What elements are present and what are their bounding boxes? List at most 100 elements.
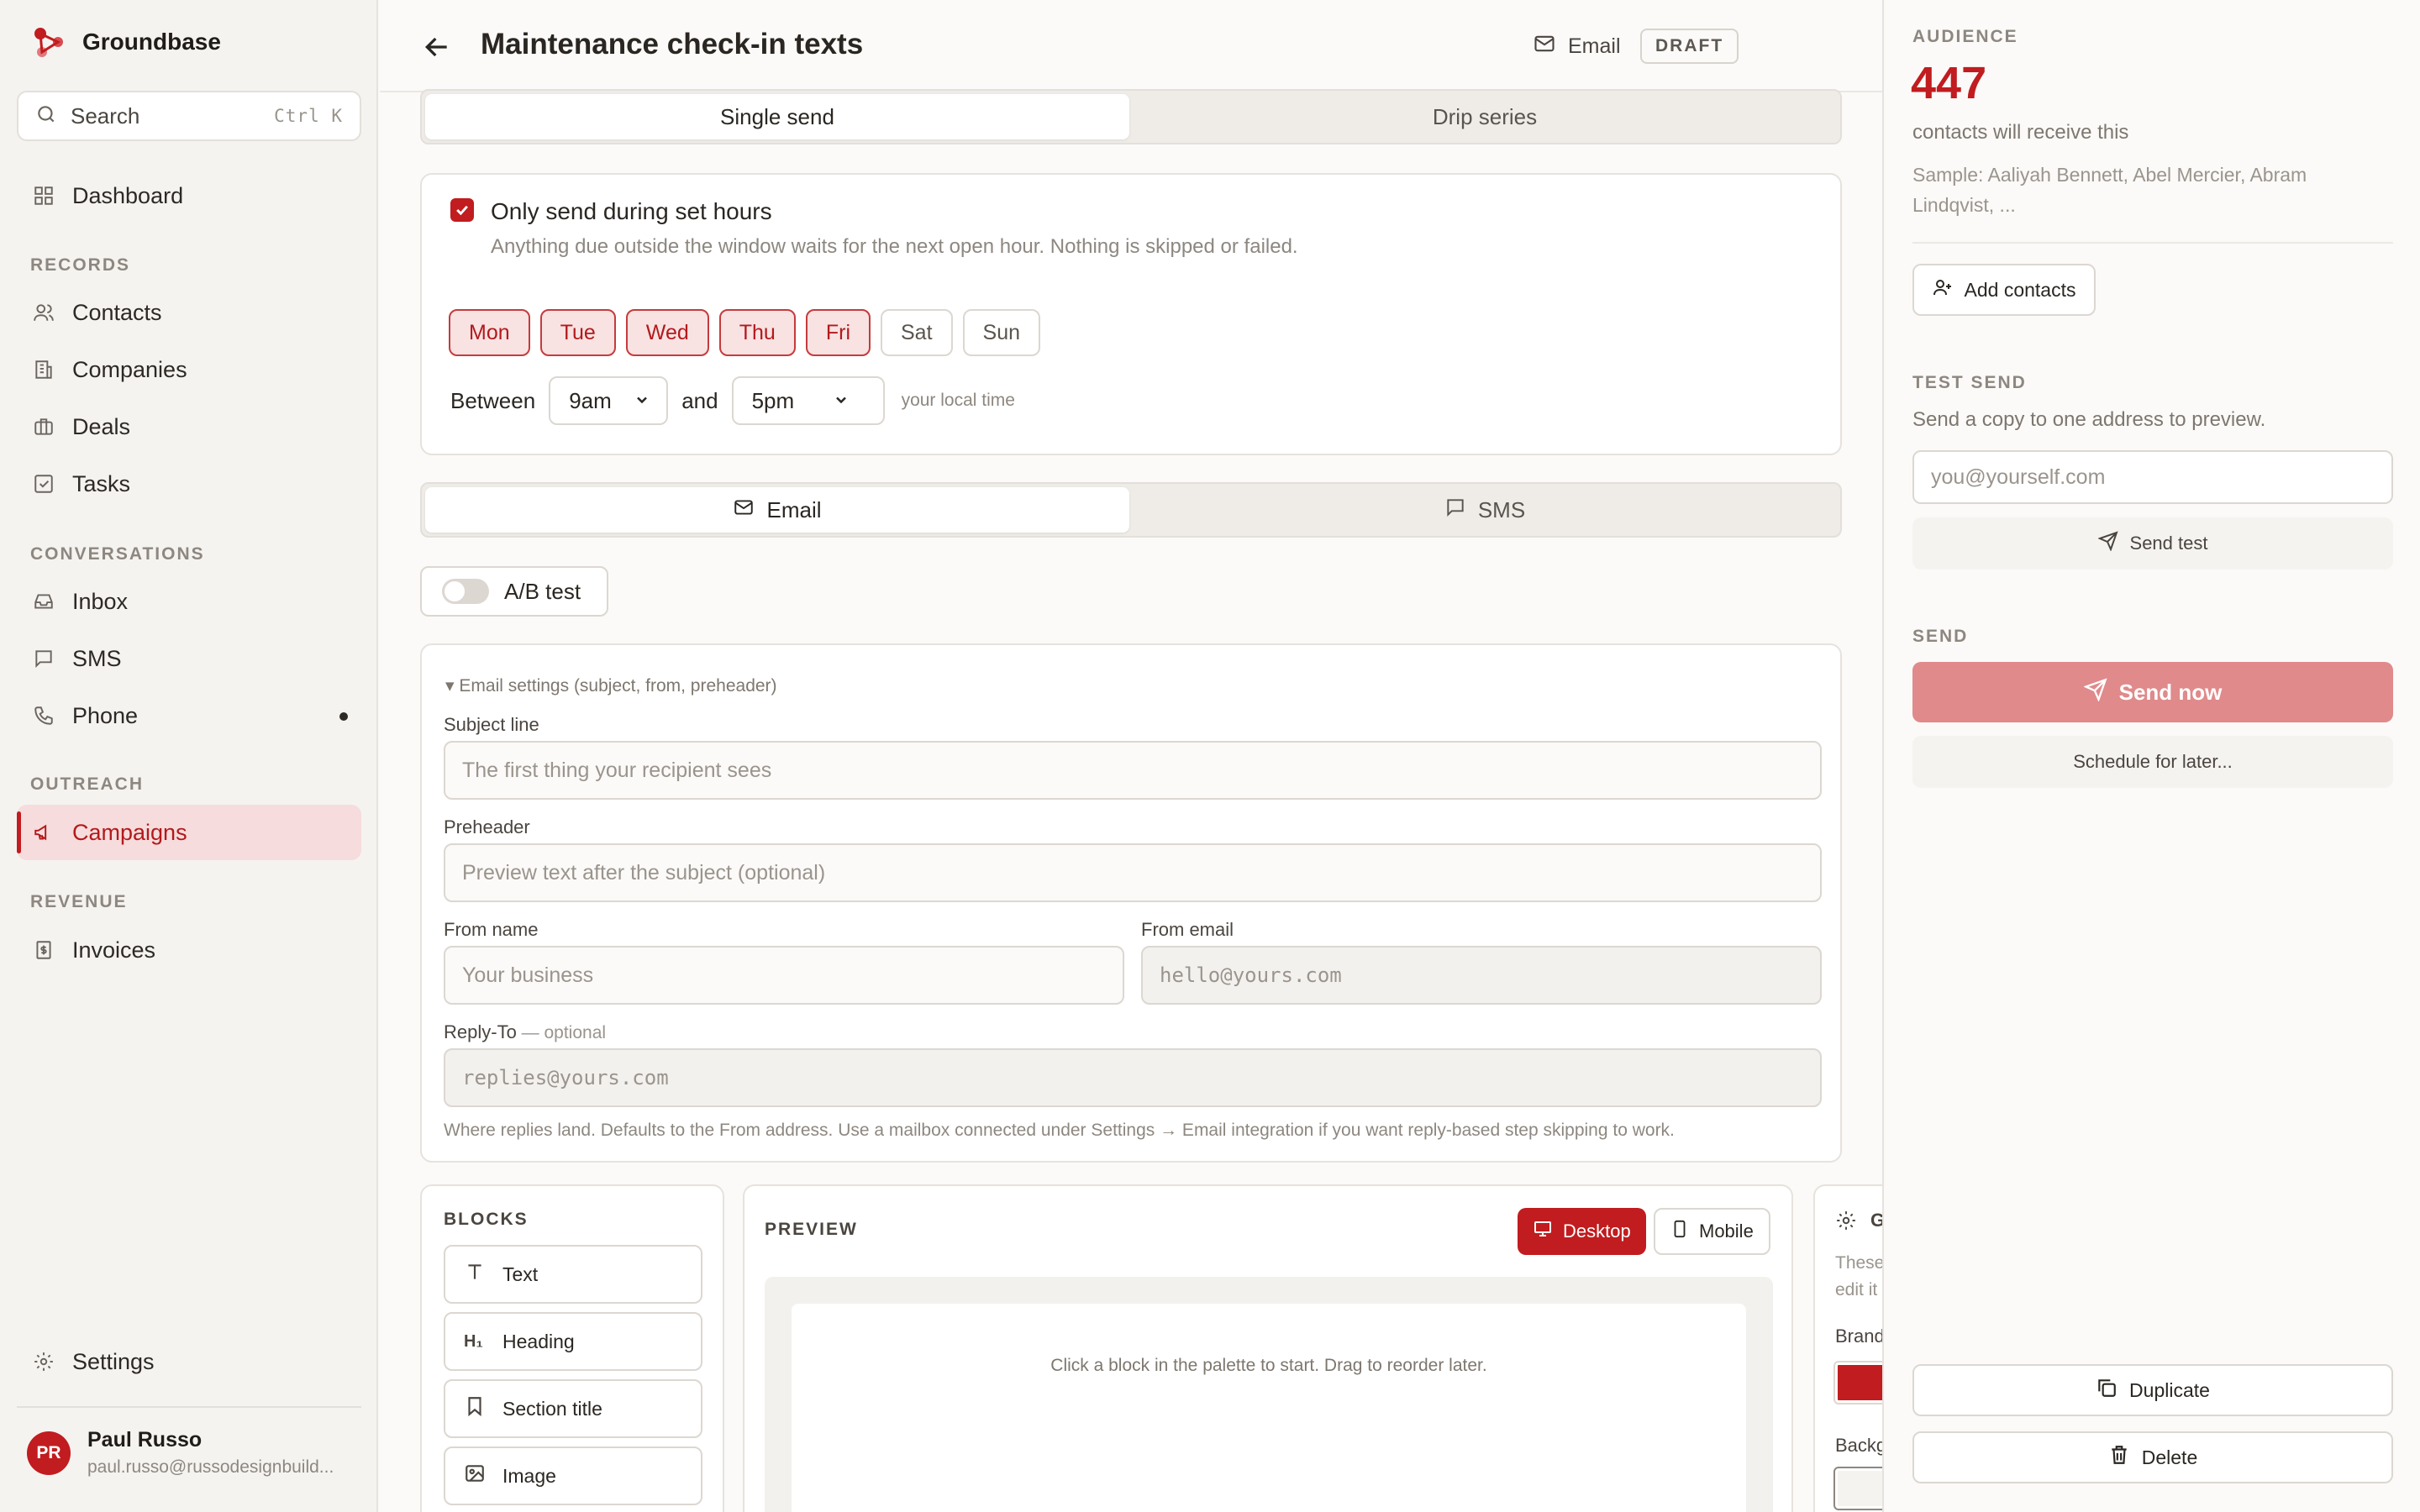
reply-to-label-text: Reply-To bbox=[444, 1021, 517, 1042]
channel-label: Email bbox=[1568, 34, 1621, 58]
schedule-button[interactable]: Schedule for later... bbox=[1912, 736, 2393, 788]
blocks-title: BLOCKS bbox=[444, 1210, 529, 1229]
trash-icon bbox=[2108, 1444, 2130, 1471]
hours-title: Only send during set hours bbox=[491, 198, 772, 224]
block-image[interactable]: Image bbox=[444, 1446, 702, 1505]
tab-email[interactable]: Email bbox=[425, 487, 1129, 533]
brand-color-label: Brand bbox=[1835, 1326, 1882, 1347]
between-label: Between bbox=[450, 387, 536, 413]
sidebar-item-deals[interactable]: Deals bbox=[17, 399, 361, 454]
email-settings-toggle[interactable]: ▾ Email settings (subject, from, prehead… bbox=[445, 675, 777, 696]
sidebar-item-contacts[interactable]: Contacts bbox=[17, 285, 361, 340]
tab-label: SMS bbox=[1477, 496, 1526, 522]
send-now-button[interactable]: Send now bbox=[1912, 662, 2393, 722]
inbox-icon bbox=[30, 588, 57, 615]
message-icon bbox=[30, 645, 57, 672]
day-fri[interactable]: Fri bbox=[805, 309, 871, 356]
audience-label: AUDIENCE bbox=[1912, 27, 2018, 46]
mobile-label: Mobile bbox=[1699, 1221, 1754, 1242]
tab-single-send[interactable]: Single send bbox=[425, 94, 1129, 139]
message-icon bbox=[1444, 496, 1466, 524]
text-type-icon bbox=[464, 1261, 486, 1288]
invoice-icon bbox=[30, 937, 57, 963]
time-window: Between 9am and 5pm your local time bbox=[450, 376, 1015, 425]
day-thu[interactable]: Thu bbox=[718, 309, 796, 356]
send-mode-toggle: Single send Drip series bbox=[420, 89, 1842, 144]
hours-help: Anything due outside the window waits fo… bbox=[491, 235, 1298, 258]
block-section-title[interactable]: Section title bbox=[444, 1379, 702, 1438]
caret-down-icon: ▾ bbox=[445, 676, 455, 696]
status-badge: DRAFT bbox=[1640, 29, 1739, 64]
preview-canvas[interactable]: Click a block in the palette to start. D… bbox=[792, 1304, 1746, 1512]
duplicate-button[interactable]: Duplicate bbox=[1912, 1364, 2393, 1416]
global-style-desc-1: These bbox=[1835, 1253, 1882, 1273]
brand[interactable]: Groundbase bbox=[30, 18, 221, 66]
sidebar-item-inbox[interactable]: Inbox bbox=[17, 574, 361, 629]
mobile-toggle[interactable]: Mobile bbox=[1654, 1208, 1770, 1255]
image-icon bbox=[464, 1462, 486, 1489]
day-sat[interactable]: Sat bbox=[881, 309, 953, 356]
add-contacts-button[interactable]: Add contacts bbox=[1912, 264, 2096, 316]
sidebar-item-companies[interactable]: Companies bbox=[17, 342, 361, 397]
day-wed[interactable]: Wed bbox=[625, 309, 709, 356]
sidebar-item-settings[interactable]: Settings bbox=[17, 1334, 361, 1389]
send-icon bbox=[2082, 677, 2107, 707]
search-input[interactable]: Search Ctrl K bbox=[17, 91, 361, 141]
checkmark-icon bbox=[456, 205, 468, 216]
send-test-button[interactable]: Send test bbox=[1912, 517, 2393, 570]
ab-test-toggle[interactable]: A/B test bbox=[420, 566, 608, 617]
test-send-label: TEST SEND bbox=[1912, 373, 2027, 392]
preheader-input[interactable]: Preview text after the subject (optional… bbox=[444, 843, 1822, 902]
background-color-swatch[interactable] bbox=[1833, 1467, 1882, 1510]
blocks-palette: BLOCKS Text H₁ Heading Section title Ima… bbox=[420, 1184, 724, 1512]
day-sun[interactable]: Sun bbox=[962, 309, 1041, 356]
start-time-select[interactable]: 9am bbox=[549, 376, 669, 425]
global-style-panel: G These edit it Brand Backg bbox=[1813, 1184, 1882, 1512]
smartphone-icon bbox=[1670, 1219, 1689, 1244]
tab-drip-series[interactable]: Drip series bbox=[1133, 94, 1837, 139]
block-label: Text bbox=[502, 1263, 539, 1285]
global-style-title: G bbox=[1870, 1210, 1882, 1231]
contacts-icon bbox=[30, 299, 57, 326]
sidebar-item-phone[interactable]: Phone bbox=[17, 688, 361, 743]
from-name-placeholder: Your business bbox=[462, 963, 594, 987]
reply-to-input[interactable]: replies@yours.com bbox=[444, 1048, 1822, 1107]
campaign-editor: Maintenance check-in texts Email DRAFT S… bbox=[380, 0, 1882, 1512]
channel-indicator: Email bbox=[1533, 32, 1621, 61]
sidebar-divider bbox=[17, 1406, 361, 1408]
sidebar-item-tasks[interactable]: Tasks bbox=[17, 456, 361, 512]
day-mon[interactable]: Mon bbox=[449, 309, 530, 356]
from-name-input[interactable]: Your business bbox=[444, 946, 1124, 1005]
send-icon bbox=[2096, 531, 2118, 556]
brand-color-swatch[interactable] bbox=[1833, 1361, 1882, 1404]
unread-indicator bbox=[339, 712, 348, 721]
sidebar-item-label: Inbox bbox=[72, 588, 129, 614]
background-color-label: Backg bbox=[1835, 1435, 1882, 1456]
back-arrow-icon[interactable] bbox=[420, 30, 454, 64]
delete-button[interactable]: Delete bbox=[1912, 1431, 2393, 1483]
subject-input[interactable]: The first thing your recipient sees bbox=[444, 741, 1822, 800]
chevron-down-icon bbox=[833, 388, 850, 414]
sidebar-item-invoices[interactable]: Invoices bbox=[17, 922, 361, 978]
test-email-input[interactable]: you@yourself.com bbox=[1912, 450, 2393, 504]
block-heading[interactable]: H₁ Heading bbox=[444, 1312, 702, 1371]
end-time-select[interactable]: 5pm bbox=[731, 376, 885, 425]
sidebar-item-sms[interactable]: SMS bbox=[17, 631, 361, 686]
tab-sms[interactable]: SMS bbox=[1133, 487, 1837, 533]
section-revenue: REVENUE bbox=[30, 892, 128, 911]
sidebar-item-dashboard[interactable]: Dashboard bbox=[17, 168, 361, 223]
ab-test-label: A/B test bbox=[504, 578, 581, 604]
block-text[interactable]: Text bbox=[444, 1245, 702, 1304]
hours-checkbox[interactable] bbox=[450, 198, 474, 222]
subject-label: Subject line bbox=[444, 714, 539, 735]
desktop-toggle[interactable]: Desktop bbox=[1518, 1208, 1646, 1255]
avatar: PR bbox=[27, 1431, 71, 1475]
from-email-input[interactable]: hello@yours.com bbox=[1141, 946, 1822, 1005]
toggle-switch[interactable] bbox=[442, 579, 489, 604]
user-menu[interactable]: PR Paul Russo paul.russo@russodesignbuil… bbox=[27, 1428, 356, 1478]
sidebar-item-campaigns[interactable]: Campaigns bbox=[17, 805, 361, 860]
audience-sample: Sample: Aaliyah Bennett, Abel Mercier, A… bbox=[1912, 164, 2307, 216]
send-now-label: Send now bbox=[2118, 679, 2223, 705]
day-tue[interactable]: Tue bbox=[539, 309, 616, 356]
channel-tabs: Email SMS bbox=[420, 482, 1842, 538]
